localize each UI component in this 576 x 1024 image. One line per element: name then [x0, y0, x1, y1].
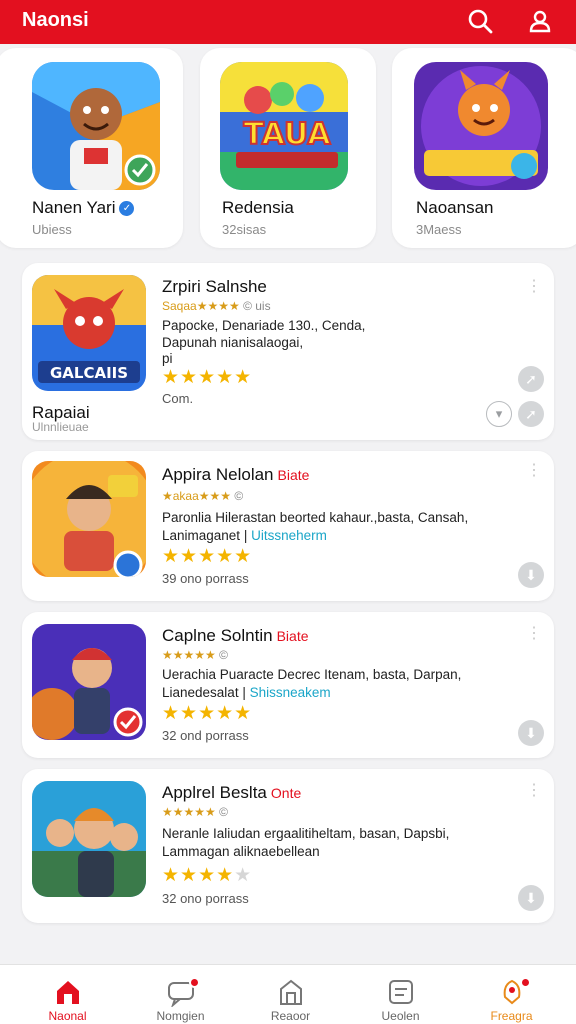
star-rating: ★★★★★ — [162, 703, 253, 724]
user-icon[interactable] — [525, 6, 555, 36]
more-options-icon[interactable]: ⋮ — [526, 463, 542, 479]
star-rating: ★★★★★ — [162, 367, 253, 388]
download-icon[interactable]: ⬇ — [518, 720, 544, 746]
app-thumbnail — [32, 624, 146, 740]
nav-home[interactable]: Naonal — [10, 965, 125, 1024]
featured-app-subtitle: 32sisas — [222, 222, 267, 237]
search-icon[interactable] — [465, 6, 495, 36]
app-link[interactable]: Shissneakem — [250, 685, 331, 700]
app-list-card[interactable]: Applrel Beslta Onte ★★★★★ © Neranle Ialiu… — [22, 769, 554, 923]
app-rating-label: ★★★★★ — [162, 805, 216, 819]
app-description-line2: Lianedesalat — [162, 685, 239, 700]
nav-label: Ueolen — [381, 1009, 420, 1023]
app-tag: Biate — [277, 467, 310, 483]
featured-card[interactable]: Nanen Yari ✓ Ubiess — [0, 48, 183, 248]
app-thumbnail: TAUA — [220, 62, 348, 190]
app-meta: 32 ond porrass — [162, 728, 249, 743]
nav-rocket[interactable]: Freagra — [454, 965, 569, 1024]
app-rating-label: Saqaa★★★★ — [162, 299, 240, 313]
star-rating: ★★★★★ — [162, 546, 253, 567]
dropdown-icon[interactable]: ▾ — [486, 401, 512, 427]
app-thumbnail — [32, 781, 146, 897]
message-icon — [389, 980, 413, 1004]
app-list-card[interactable]: GALCAIIS Zrpiri Salnshe Saqaa★★★★ © uis … — [22, 263, 554, 440]
app-description-line1: Papocke, Denariade 130., Cenda, — [162, 318, 366, 333]
app-description-line2: Lanimaganet — [162, 528, 241, 543]
featured-card[interactable]: Naoansan 3Maess — [392, 48, 576, 248]
app-tag: Onte — [270, 785, 302, 801]
nav-label: Reaoor — [270, 1009, 311, 1023]
featured-row: Nanen Yari ✓ Ubiess TAUA Redensia 32sisas — [0, 48, 576, 253]
app-developer: © — [219, 805, 228, 819]
nav-label: Naonal — [48, 1009, 87, 1023]
app-description-line1: Paronlia Hilerastan beorted kahaur.,bast… — [162, 510, 469, 525]
app-developer: © uis — [243, 299, 271, 313]
app-thumbnail — [32, 62, 160, 190]
download-icon[interactable]: ⬇ — [518, 885, 544, 911]
pin-icon[interactable]: ➚ — [518, 401, 544, 427]
featured-card[interactable]: TAUA Redensia 32sisas — [200, 48, 376, 248]
app-link[interactable]: Uitssneherm — [251, 528, 327, 543]
app-list-card[interactable]: Appira Nelolan Biate ★akaa★★★ © Paronlia … — [22, 451, 554, 601]
verified-icon: ✓ — [119, 201, 135, 216]
nav-label: Nomgien — [156, 1009, 205, 1023]
top-app-bar: Naonsi — [0, 0, 576, 44]
featured-app-name: Nanen Yari — [32, 198, 116, 217]
nav-label: Freagra — [490, 1009, 533, 1023]
bottom-navigation: Naonal Nomgien Reaoor Ueolen Freagra — [0, 964, 576, 1024]
svg-text:GALCAIIS: GALCAIIS — [50, 364, 128, 382]
app-description-line1: Uerachia Puaracte Decrec Itenam, basta, … — [162, 667, 462, 682]
app-list-card[interactable]: Caplne Solntin Biate ★★★★★ © Uerachia Pua… — [22, 612, 554, 758]
app-meta: 39 ono porrass — [162, 571, 249, 586]
app-meta: Com. — [162, 391, 194, 406]
app-thumbnail — [32, 461, 146, 577]
nav-chat[interactable]: Nomgien — [123, 965, 238, 1024]
more-options-icon[interactable]: ⋮ — [526, 783, 542, 799]
app-rating-label: ★★★★★ — [162, 648, 216, 662]
app-title: Applrel Beslta — [162, 783, 267, 802]
more-options-icon[interactable]: ⋮ — [526, 626, 542, 642]
app-description-line1: Neranle Ialiudan ergaalitiheltam, basan,… — [162, 826, 450, 841]
home-icon — [57, 981, 79, 1004]
more-options-icon[interactable]: ⋮ — [526, 279, 542, 295]
featured-app-subtitle: 3Maess — [416, 222, 462, 237]
app-meta: 32 ono porrass — [162, 891, 249, 906]
app-title: Caplne Solntin — [162, 626, 273, 645]
app-developer: © — [234, 489, 244, 503]
app-thumbnail — [414, 62, 548, 190]
nav-messages[interactable]: Ueolen — [343, 965, 458, 1024]
app-description-line2: Lammagan aliknaebellean — [162, 844, 320, 859]
star-rating: ★★★★★ — [162, 865, 253, 886]
app-thumbnail: GALCAIIS — [32, 275, 146, 391]
share-icon[interactable]: ➚ — [518, 366, 544, 392]
app-title: Naonsi — [22, 9, 89, 31]
notification-badge — [189, 977, 200, 988]
store-icon — [280, 979, 302, 1005]
featured-app-subtitle: Ubiess — [32, 222, 72, 237]
app-title: Appira Nelolan — [162, 465, 274, 484]
svg-text:TAUA: TAUA — [243, 117, 331, 152]
app-tag: Biate — [276, 628, 309, 644]
app-rating-label: ★akaa★★★ — [162, 489, 232, 503]
card-footer-subtitle: Ulnnlieuae — [32, 420, 89, 434]
notification-badge — [520, 977, 531, 988]
featured-app-name: Naoansan — [416, 198, 494, 217]
app-developer: © — [219, 648, 228, 662]
app-description-line2: Dapunah nianisalaogai, — [162, 335, 304, 350]
app-title: Zrpiri Salnshe — [162, 277, 267, 296]
nav-store[interactable]: Reaoor — [233, 965, 348, 1024]
featured-app-name: Redensia — [222, 198, 294, 217]
download-icon[interactable]: ⬇ — [518, 562, 544, 588]
